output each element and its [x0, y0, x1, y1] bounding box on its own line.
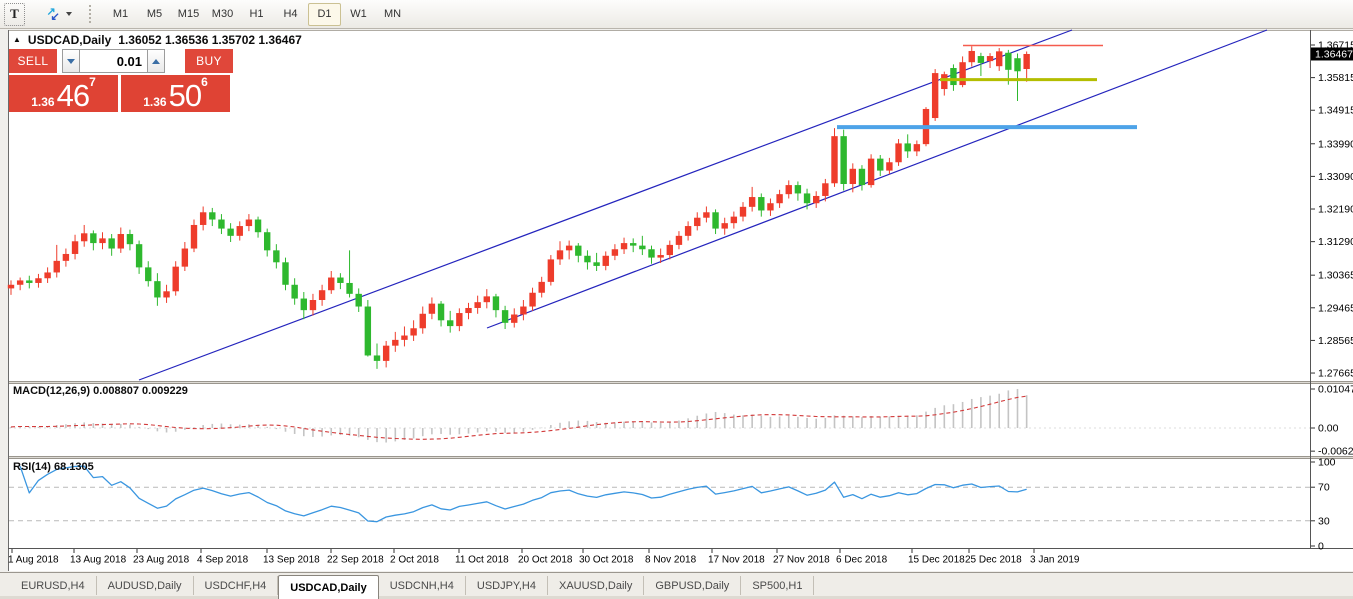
svg-text:11 Oct 2018: 11 Oct 2018	[455, 555, 509, 566]
chart-tab-sp500-h1[interactable]: SP500,H1	[741, 576, 814, 595]
chevron-up-icon	[152, 59, 160, 64]
buy-button[interactable]: BUY	[185, 49, 233, 73]
timeframe-button-h1[interactable]: H1	[240, 3, 273, 26]
svg-text:1.33090: 1.33090	[1318, 171, 1353, 183]
chart-ohlc-values: 1.36052 1.36536 1.35702 1.36467	[118, 33, 302, 47]
chevron-down-icon	[66, 12, 72, 16]
timeframe-button-d1[interactable]: D1	[308, 3, 341, 26]
chart-tab-bar: EURUSD,H4AUDUSD,DailyUSDCHF,H4USDCAD,Dai…	[0, 572, 1353, 599]
current-price-tag: 1.36467	[1311, 47, 1353, 60]
chart-tab-usdcnh-h4[interactable]: USDCNH,H4	[379, 576, 466, 595]
symbol-arrows-button[interactable]: ↗↙	[39, 3, 79, 26]
sell-price-sup: 7	[89, 76, 96, 88]
svg-text:20 Oct 2018: 20 Oct 2018	[518, 555, 573, 566]
triangle-up-icon: ▲	[13, 35, 21, 44]
svg-text:1.32190: 1.32190	[1318, 204, 1353, 216]
svg-text:23 Aug 2018: 23 Aug 2018	[133, 555, 190, 566]
svg-text:13 Aug 2018: 13 Aug 2018	[70, 555, 127, 566]
svg-text:4 Sep 2018: 4 Sep 2018	[197, 555, 249, 566]
svg-text:0.010474: 0.010474	[1318, 384, 1353, 396]
timeframe-button-w1[interactable]: W1	[342, 3, 375, 26]
chart-tab-eurusd-h4[interactable]: EURUSD,H4	[10, 576, 97, 595]
text-tool-icon[interactable]: T	[4, 3, 25, 26]
svg-text:0: 0	[1318, 541, 1324, 553]
svg-text:15 Dec 2018: 15 Dec 2018	[908, 555, 965, 566]
svg-text:1.35815: 1.35815	[1318, 72, 1353, 84]
svg-text:25 Dec 2018: 25 Dec 2018	[965, 555, 1022, 566]
chart-tab-usdcad-daily[interactable]: USDCAD,Daily	[278, 575, 378, 599]
timeframe-button-m15[interactable]: M15	[172, 3, 205, 26]
svg-text:1.29465: 1.29465	[1318, 302, 1353, 314]
timeframe-button-h4[interactable]: H4	[274, 3, 307, 26]
macd-indicator-label: MACD(12,26,9) 0.008807 0.009229	[13, 385, 188, 397]
chart-tab-usdjpy-h4[interactable]: USDJPY,H4	[466, 576, 548, 595]
timeframe-button-m5[interactable]: M5	[138, 3, 171, 26]
timeframe-button-mn[interactable]: MN	[376, 3, 409, 26]
svg-text:1.36467: 1.36467	[1315, 48, 1353, 60]
buy-price-prefix: 1.36	[143, 96, 166, 108]
volume-input[interactable]: 0.01	[80, 49, 147, 73]
buy-price-box[interactable]: 1.36 50 6	[121, 75, 230, 112]
sell-button[interactable]: SELL	[9, 49, 57, 73]
svg-text:2 Oct 2018: 2 Oct 2018	[390, 555, 439, 566]
svg-text:1.27665: 1.27665	[1318, 368, 1353, 380]
chart-tab-xauusd-daily[interactable]: XAUUSD,Daily	[548, 576, 644, 595]
chart-title: ▲ USDCAD,Daily 1.36052 1.36536 1.35702 1…	[13, 33, 302, 47]
timeframe-button-m30[interactable]: M30	[206, 3, 239, 26]
volume-decrease-button[interactable]	[62, 49, 80, 73]
sell-price-prefix: 1.36	[31, 96, 54, 108]
timeframe-group: M1M5M15M30H1H4D1W1MN	[104, 3, 410, 26]
chevron-down-icon	[67, 59, 75, 64]
svg-text:1 Aug 2018: 1 Aug 2018	[8, 555, 59, 566]
svg-text:1.31290: 1.31290	[1318, 236, 1353, 248]
svg-text:1.30365: 1.30365	[1318, 270, 1353, 282]
svg-text:0.00: 0.00	[1318, 423, 1339, 435]
toolbar-drag-handle[interactable]	[89, 5, 94, 23]
top-toolbar: T ↗↙ M1M5M15M30H1H4D1W1MN	[0, 0, 1353, 29]
volume-increase-button[interactable]	[147, 49, 165, 73]
one-click-trading-panel: SELL 0.01 BUY 1.36 46 7 1.36 50 6	[9, 47, 235, 112]
chart-tab-gbpusd-daily[interactable]: GBPUSD,Daily	[644, 576, 741, 595]
svg-text:6 Dec 2018: 6 Dec 2018	[836, 555, 888, 566]
buy-price-main: 50	[169, 84, 201, 108]
svg-text:100: 100	[1318, 457, 1336, 469]
chart-tab-usdchf-h4[interactable]: USDCHF,H4	[194, 576, 279, 595]
svg-text:70: 70	[1318, 482, 1330, 494]
svg-text:27 Nov 2018: 27 Nov 2018	[773, 555, 830, 566]
rsi-indicator-label: RSI(14) 68.1305	[13, 461, 94, 473]
svg-text:3 Jan 2019: 3 Jan 2019	[1030, 555, 1080, 566]
buy-sell-arrows-icon: ↗↙	[47, 7, 61, 22]
chart-symbol-label: USDCAD,Daily	[28, 33, 111, 47]
svg-text:17 Nov 2018: 17 Nov 2018	[708, 555, 765, 566]
sell-price-box[interactable]: 1.36 46 7	[9, 75, 118, 112]
svg-text:22 Sep 2018: 22 Sep 2018	[327, 555, 384, 566]
svg-text:13 Sep 2018: 13 Sep 2018	[263, 555, 320, 566]
sell-price-main: 46	[57, 84, 89, 108]
svg-text:1.28565: 1.28565	[1318, 335, 1353, 347]
svg-text:1.34915: 1.34915	[1318, 105, 1353, 117]
svg-text:8 Nov 2018: 8 Nov 2018	[645, 555, 697, 566]
svg-text:30: 30	[1318, 515, 1330, 527]
chart-tab-audusd-daily[interactable]: AUDUSD,Daily	[97, 576, 194, 595]
svg-text:30 Oct 2018: 30 Oct 2018	[579, 555, 634, 566]
timeframe-button-m1[interactable]: M1	[104, 3, 137, 26]
buy-price-sup: 6	[201, 76, 208, 88]
svg-text:1.33990: 1.33990	[1318, 138, 1353, 150]
mt4-terminal: { "toolbar": { "text_tool_label": "T", "…	[0, 0, 1353, 599]
